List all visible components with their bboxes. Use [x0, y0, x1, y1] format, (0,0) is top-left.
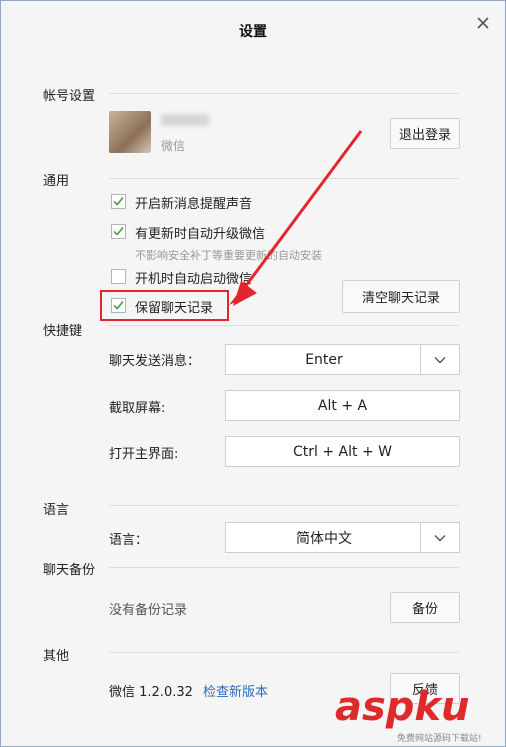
open-main-shortcut-field[interactable]: Ctrl + Alt + W	[225, 436, 460, 467]
send-message-select[interactable]: Enter	[225, 344, 460, 375]
divider	[109, 652, 459, 653]
send-message-value: Enter	[305, 351, 343, 368]
language-select[interactable]: 简体中文	[225, 522, 460, 553]
screenshot-shortcut-field[interactable]: Alt + A	[225, 390, 460, 421]
backup-status: 没有备份记录	[109, 603, 188, 618]
annotation-highlight-box	[100, 290, 229, 321]
notify-sound-label: 开启新消息提醒声音	[135, 197, 253, 212]
checkmark-icon	[113, 227, 124, 236]
auto-update-label: 有更新时自动升级微信	[135, 227, 266, 242]
wechat-id-label: 微信	[161, 139, 186, 153]
watermark-subtitle: 免费网站源码下载站!	[397, 734, 482, 744]
language-label: 语言：	[109, 533, 149, 548]
shortcut-send-label: 聊天发送消息：	[109, 354, 201, 369]
divider	[109, 93, 459, 94]
watermark-logo: aspku	[335, 684, 470, 730]
auto-start-label: 开机时自动启动微信	[135, 272, 253, 287]
section-general-label: 通用	[43, 174, 70, 189]
backup-button[interactable]: 备份	[390, 592, 460, 623]
divider	[109, 567, 459, 568]
section-shortcuts-label: 快捷键	[43, 324, 83, 339]
settings-window: 设置 帐号设置 微信 退出登录 通用 开启新消息提醒声音 有更新时自动升级微信 …	[0, 0, 506, 747]
nickname-blurred	[161, 114, 209, 126]
divider	[109, 505, 459, 506]
divider	[109, 325, 459, 326]
section-language-label: 语言	[43, 503, 70, 518]
chevron-down-icon[interactable]	[420, 523, 459, 552]
auto-update-checkbox[interactable]	[111, 224, 126, 239]
section-other-label: 其他	[43, 649, 70, 664]
notify-sound-checkbox[interactable]	[111, 194, 126, 209]
clear-history-button[interactable]: 清空聊天记录	[342, 280, 460, 313]
version-text: 微信 1.2.0.32	[109, 685, 193, 700]
checkmark-icon	[113, 197, 124, 206]
section-account-label: 帐号设置	[43, 89, 96, 104]
logout-button[interactable]: 退出登录	[390, 118, 460, 149]
check-update-link[interactable]: 检查新版本	[203, 681, 268, 700]
close-icon[interactable]	[475, 15, 491, 31]
divider	[109, 178, 459, 179]
chevron-down-icon[interactable]	[420, 345, 459, 374]
section-backup-label: 聊天备份	[43, 563, 96, 578]
auto-start-checkbox[interactable]	[111, 269, 126, 284]
language-value: 简体中文	[296, 530, 352, 547]
avatar	[109, 111, 151, 153]
auto-update-hint: 不影响安全补丁等重要更新的自动安装	[135, 249, 322, 262]
shortcut-open-main-label: 打开主界面:	[109, 447, 179, 462]
shortcut-screenshot-label: 截取屏幕:	[109, 401, 166, 416]
window-title: 设置	[239, 24, 267, 40]
